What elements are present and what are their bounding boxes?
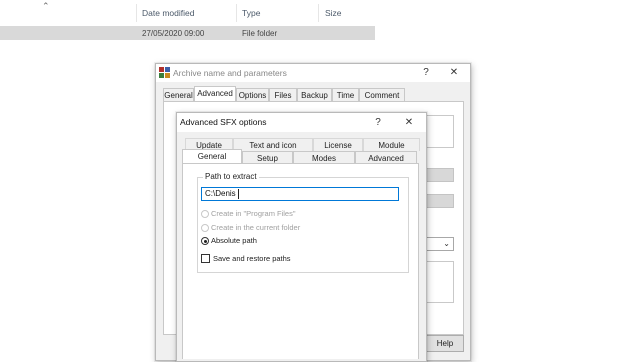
save-restore-checkbox[interactable] — [201, 254, 210, 263]
column-separator[interactable] — [236, 4, 237, 22]
explorer-column-header: ⌃ Date modified Type Size — [0, 0, 375, 26]
tab-advanced[interactable]: Advanced — [194, 86, 236, 101]
chevron-down-icon: ⌄ — [443, 239, 450, 248]
sort-caret-icon[interactable]: ⌃ — [42, 1, 50, 12]
tab-comment[interactable]: Comment — [359, 88, 405, 101]
tab-general-sfx[interactable]: General — [182, 149, 242, 163]
winrar-icon — [159, 67, 170, 78]
tab-text-and-icon[interactable]: Text and icon — [233, 138, 313, 151]
option-current-folder-label: Create in the current folder — [211, 223, 301, 232]
path-to-extract-label: Path to extract — [203, 172, 259, 181]
column-date-modified[interactable]: Date modified — [142, 8, 194, 18]
outer-close-button[interactable]: ✕ — [446, 66, 462, 80]
help-button[interactable]: Help — [426, 335, 464, 352]
advanced-sfx-options-dialog: Advanced SFX options ? ✕ Update Text and… — [176, 112, 427, 362]
column-type[interactable]: Type — [242, 8, 260, 18]
inner-dialog-title: Advanced SFX options — [180, 117, 267, 127]
radio-program-files[interactable] — [201, 210, 209, 218]
tab-time[interactable]: Time — [332, 88, 359, 101]
save-restore-label: Save and restore paths — [213, 254, 291, 263]
explorer-file-row[interactable]: 27/05/2020 09:00 File folder — [0, 26, 375, 40]
column-separator[interactable] — [136, 4, 137, 22]
inner-help-button[interactable]: ? — [370, 116, 386, 130]
tab-backup[interactable]: Backup — [297, 88, 332, 101]
radio-absolute-path[interactable] — [201, 237, 209, 245]
inner-titlebar: Advanced SFX options ? ✕ — [177, 113, 426, 132]
path-input[interactable]: C:\Denis — [201, 187, 399, 201]
tab-general[interactable]: General — [163, 88, 194, 101]
outer-titlebar: Archive name and parameters ? ✕ — [156, 64, 470, 82]
file-date-modified: 27/05/2020 09:00 — [142, 29, 205, 38]
text-cursor — [238, 189, 239, 199]
tab-module[interactable]: Module — [363, 138, 420, 151]
inner-close-button[interactable]: ✕ — [401, 116, 417, 130]
column-size[interactable]: Size — [325, 8, 342, 18]
option-program-files-label: Create in "Program Files" — [211, 209, 296, 218]
column-separator[interactable] — [318, 4, 319, 22]
radio-current-folder[interactable] — [201, 224, 209, 232]
tab-license[interactable]: License — [313, 138, 363, 151]
tab-files[interactable]: Files — [269, 88, 297, 101]
outer-help-button[interactable]: ? — [418, 66, 434, 80]
file-type: File folder — [242, 29, 278, 38]
tab-options[interactable]: Options — [236, 88, 269, 101]
option-absolute-path-label: Absolute path — [211, 236, 257, 245]
outer-dialog-title: Archive name and parameters — [173, 68, 287, 78]
path-input-value: C:\Denis — [205, 189, 236, 198]
